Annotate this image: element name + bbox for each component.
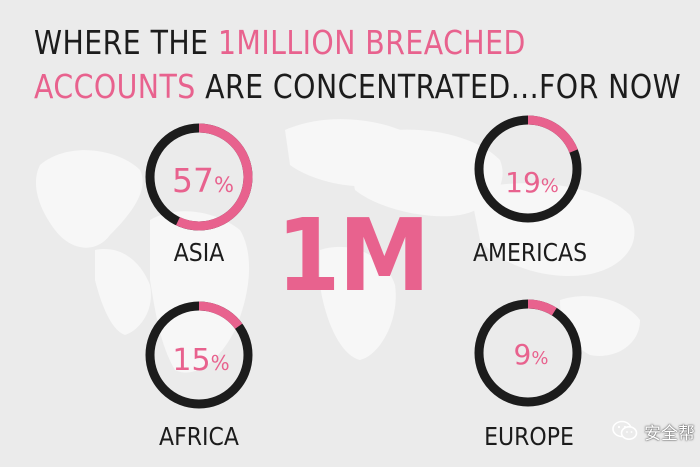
wechat-icon xyxy=(612,420,638,440)
donut-asia: 57% xyxy=(145,123,253,231)
watermark: 安全帮 xyxy=(612,416,695,446)
region-label-asia: ASIA xyxy=(173,238,225,267)
chart-title-highlight: 1MILLION BREACHED xyxy=(217,23,526,62)
region-label-europe: EUROPE xyxy=(484,422,574,451)
chart-title-line-2: ACCOUNTS ARE CONCENTRATED...FOR NOW xyxy=(34,70,681,103)
region-label-africa: AFRICA xyxy=(159,422,239,451)
chart-title-text: WHERE THE xyxy=(34,23,218,62)
donut-americas-value: 19% xyxy=(505,166,559,199)
chart-title-text: ARE CONCENTRATED...FOR NOW xyxy=(195,67,682,106)
total-accounts-label: 1M xyxy=(276,197,430,314)
chart-title-highlight: ACCOUNTS xyxy=(34,67,196,106)
chart-title-line-1: WHERE THE 1MILLION BREACHED xyxy=(34,26,526,59)
watermark-text: 安全帮 xyxy=(644,423,695,444)
donut-asia-value: 57% xyxy=(172,161,234,200)
donut-europe-value: 9% xyxy=(514,338,549,371)
region-label-americas: AMERICAS xyxy=(472,238,588,267)
donut-europe: 9% xyxy=(474,299,582,407)
